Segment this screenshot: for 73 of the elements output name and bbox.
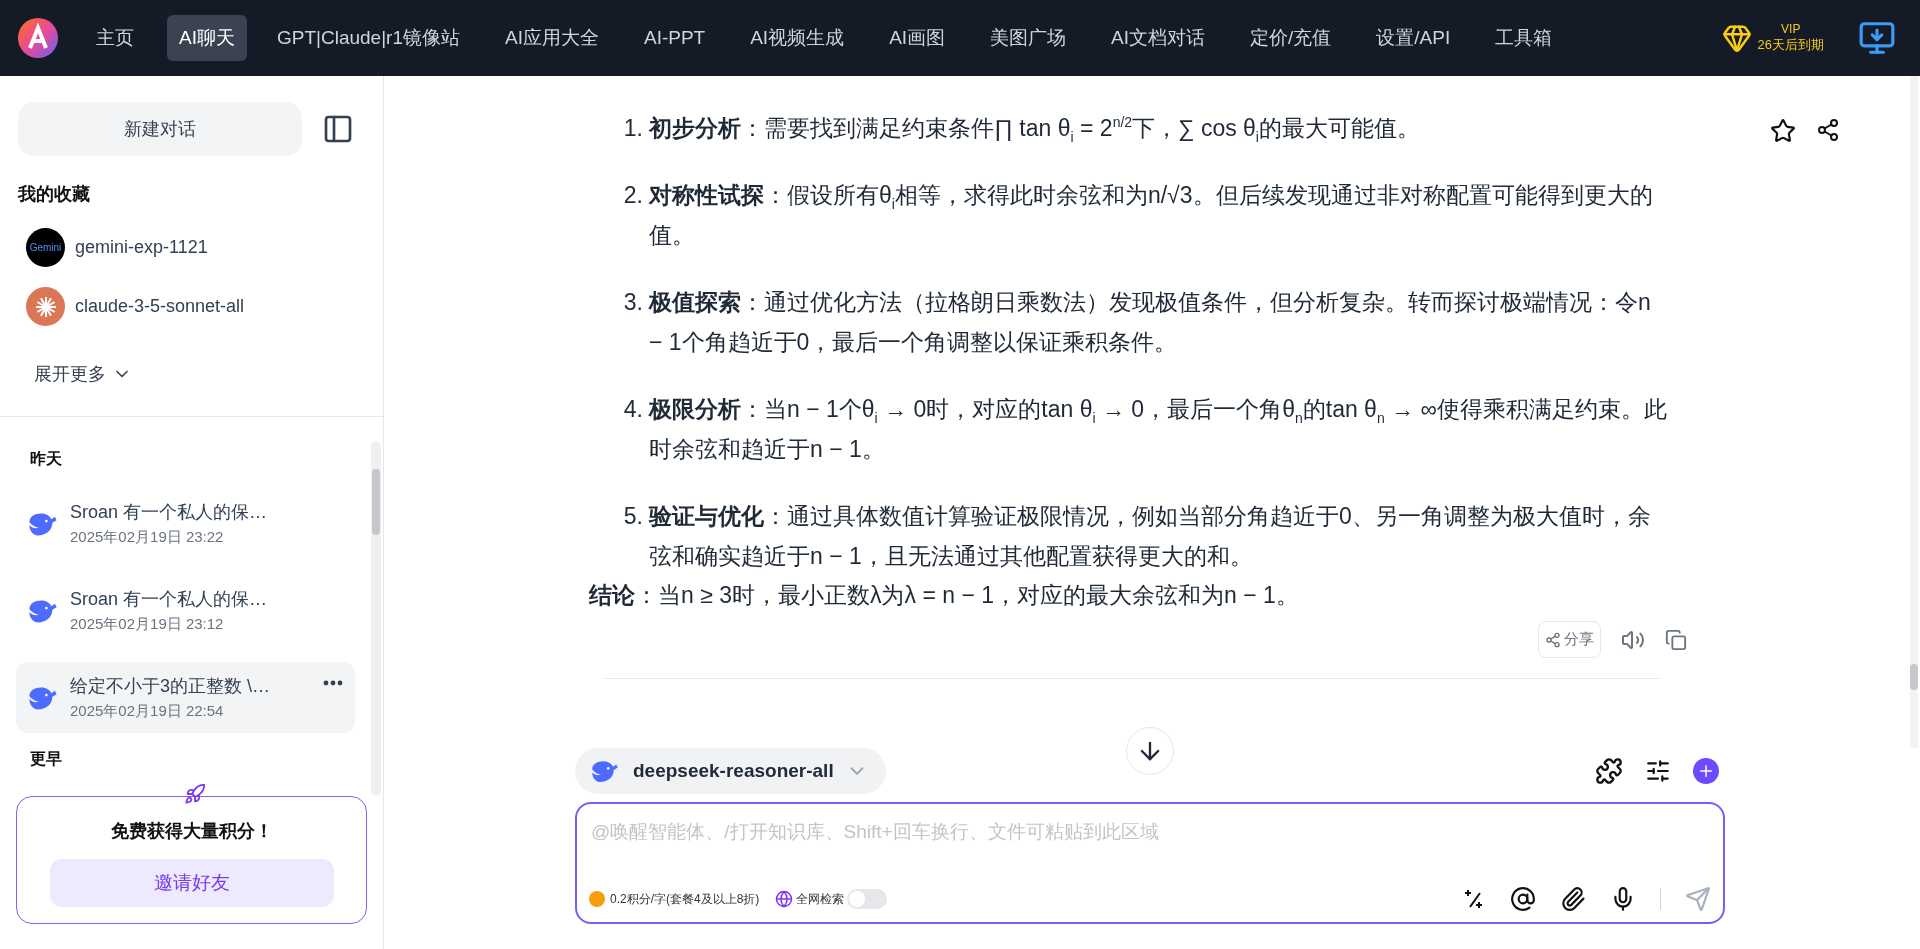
rocket-icon [183, 783, 206, 805]
plus-icon [1697, 762, 1715, 780]
list-paragraph: 极值探索：通过优化方法（拉格朗日乘数法）发现极值条件，但分析复杂。转而探讨极端情况：令n − 1个角趋近于0，最后一个角调整以保证乘积条件。 [649, 288, 1652, 357]
favorite-model-name[interactable]: claude-3-5-sonnet-all [75, 296, 245, 317]
promo-title: 免费获得大量积分！ [110, 820, 273, 843]
mention-icon[interactable] [1510, 886, 1536, 912]
attach-icon[interactable] [1560, 886, 1586, 912]
more-icon[interactable] [323, 680, 343, 686]
diamond-icon [1721, 23, 1752, 53]
vip-label: VIP [1781, 22, 1801, 36]
nav-link[interactable]: AI-PPT [631, 17, 718, 59]
plugin-icon[interactable] [1595, 757, 1623, 785]
list-number: 2. [622, 181, 643, 210]
chat-title: Sroan 有一个私人的保… [70, 588, 268, 611]
globe-icon [775, 890, 794, 908]
download-icon[interactable] [1858, 19, 1896, 57]
scroll-down-button[interactable] [1126, 727, 1174, 775]
logo-icon [16, 16, 60, 60]
coin-icon [589, 891, 605, 907]
sidebar-toggle-icon[interactable] [322, 113, 354, 145]
nav-link[interactable]: AI画图 [877, 15, 958, 61]
star-icon[interactable] [1770, 118, 1796, 144]
list-paragraph: 对称性试探：假设所有θ$_{i}$相等，求得此时余弦和为n/√3。但后续发现通过非对称配置可能得到更大的值。 [649, 181, 1654, 250]
nav-link[interactable]: 设置/API [1364, 15, 1463, 61]
list-paragraph: 极限分析：当n − 1个θ$_{i}$ → 0时，对应的tan θ$_{i}$ → 0，最后一个角θ$_{n}$的tan θ$_{n}$ → ∞使得乘积满足约束。此时余弦和趋近于n − 1。 [649, 395, 1667, 464]
chat-time: 2025年02月19日 22:54 [70, 702, 225, 721]
settings-icon[interactable] [1645, 758, 1671, 784]
favorite-model-name[interactable]: gemini-exp-1121 [75, 237, 208, 258]
list-number: 3. [622, 288, 643, 317]
nav-link[interactable]: 主页 [84, 15, 146, 61]
chat-title: Sroan 有一个私人的保… [70, 501, 268, 524]
web-search-toggle[interactable] [847, 889, 888, 909]
nav-link[interactable]: AI应用大全 [493, 15, 611, 61]
list-paragraph: 初步分析：需要找到满足约束条件∏ tan θ$_{i}$ = 2$^{n/2}$下，∑ cos θ$_{i}$的最大可能值。 [649, 113, 1420, 147]
web-search-label: 全网检索 [796, 890, 845, 908]
nav-link[interactable]: 工具箱 [1483, 15, 1565, 61]
nav-link[interactable]: 美图广场 [978, 15, 1079, 61]
message-input-box[interactable]: @唤醒智能体、/打开知识库、Shift+回车换行、文件可粘贴到此区域 0.2积分/字(套餐4及以上8折) 全网检索 [575, 802, 1725, 924]
expand-more-button[interactable]: 展开更多 [34, 362, 132, 386]
model-selector[interactable]: deepseek-reasoner-all [575, 748, 886, 794]
nav-link[interactable]: GPT|Claude|r1镜像站 [264, 15, 472, 61]
chat-title: 给定不小于3的正整数 \… [70, 675, 270, 698]
list-number: 4. [622, 395, 643, 424]
list-paragraph: 验证与优化：通过具体数值计算验证极限情况，例如当部分角趋近于0、另一角调整为极大值时，余弦和确实趋近于n − 1，且无法通过其他配置获得更大的和。 [649, 502, 1652, 571]
share-icon [1545, 631, 1561, 648]
history-group-title: 更早 [30, 749, 63, 769]
model-avatar [26, 287, 65, 326]
nav-link[interactable]: AI文档对话 [1099, 15, 1218, 61]
share-icon[interactable] [1816, 118, 1840, 142]
cost-text: 0.2积分/字(套餐4及以上8折) [610, 890, 760, 908]
nav-link[interactable]: AI聊天 [167, 15, 247, 61]
scrollbar[interactable] [1910, 76, 1918, 748]
model-avatar: Gemini [26, 228, 65, 267]
favorites-title: 我的收藏 [18, 183, 91, 206]
chat-history-item[interactable]: Sroan 有一个私人的保… 2025年02月19日 23:22 [16, 488, 355, 559]
new-chat-button[interactable]: 新建对话 [18, 102, 302, 156]
chat-history-item[interactable]: 给定不小于3的正整数 \… 2025年02月19日 22:54 [16, 662, 355, 733]
add-button[interactable] [1693, 758, 1719, 784]
vip-expiry: 26天后到期 [1757, 36, 1824, 54]
chat-time: 2025年02月19日 23:12 [70, 615, 225, 634]
share-button[interactable]: 分享 [1538, 621, 1601, 658]
copy-icon[interactable] [1665, 628, 1687, 651]
conclusion-paragraph: 结论：当n ≥ 3时，最小正数λ为λ = n − 1，对应的最大余弦和为n − 1。 [589, 581, 1300, 610]
nav-link[interactable]: AI视频生成 [738, 15, 857, 61]
chat-history-item[interactable]: Sroan 有一个私人的保… 2025年02月19日 23:12 [16, 575, 355, 646]
history-group-title: 昨天 [30, 449, 63, 469]
whale-icon [589, 758, 621, 784]
list-number: 1. [622, 114, 643, 143]
chat-time: 2025年02月19日 23:22 [70, 528, 225, 547]
nav-link[interactable]: 定价/充值 [1238, 15, 1344, 61]
list-number: 5. [622, 502, 643, 531]
invite-button[interactable]: 邀请好友 [49, 859, 334, 907]
scrollbar[interactable] [371, 441, 381, 796]
